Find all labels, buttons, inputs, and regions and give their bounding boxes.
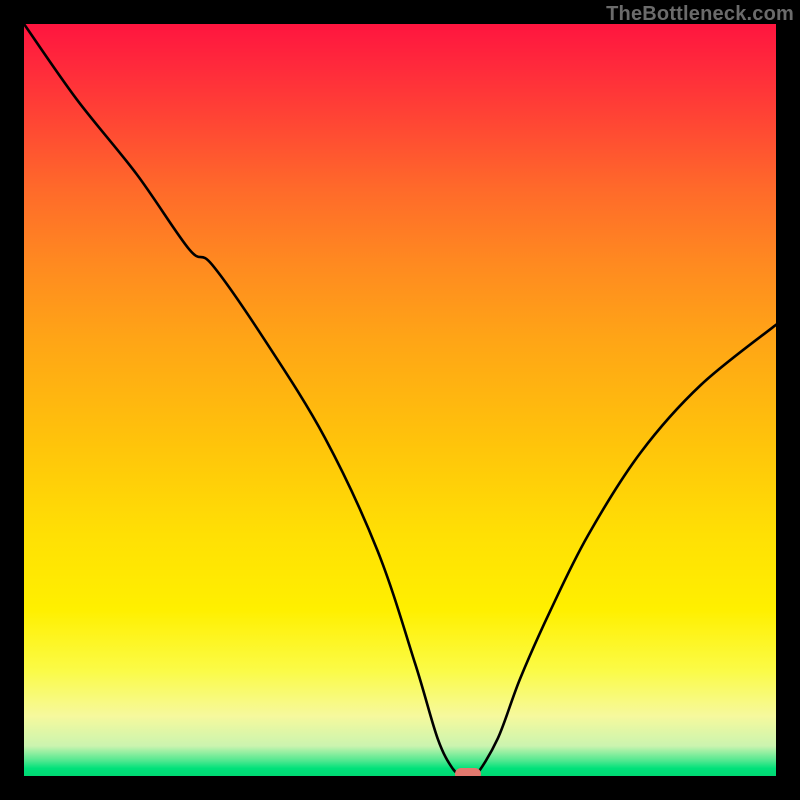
watermark-label: TheBottleneck.com — [606, 3, 794, 26]
bottleneck-curve-path — [24, 24, 776, 776]
bottleneck-curve-svg — [24, 24, 776, 776]
optimum-marker — [455, 768, 481, 776]
plot-area — [24, 24, 776, 776]
chart-frame: TheBottleneck.com — [0, 0, 800, 800]
